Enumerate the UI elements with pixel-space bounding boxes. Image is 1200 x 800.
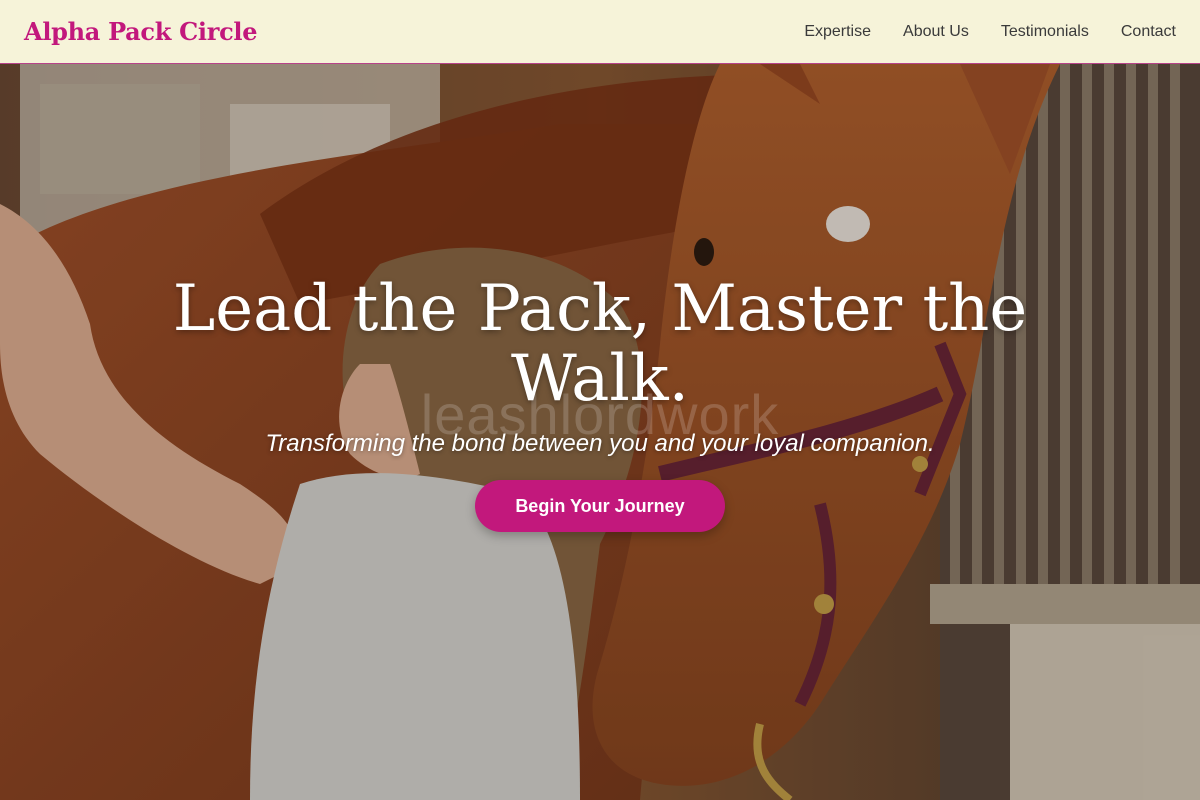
top-navbar: Alpha Pack Circle Expertise About Us Tes… — [0, 0, 1200, 64]
hero-subtitle: Transforming the bond between you and yo… — [265, 430, 935, 457]
nav-link-testimonials[interactable]: Testimonials — [1001, 23, 1089, 41]
nav-link-expertise[interactable]: Expertise — [804, 23, 871, 41]
hero-content: Lead the Pack, Master the Walk. Transfor… — [0, 274, 1200, 532]
nav-link-about-us[interactable]: About Us — [903, 23, 969, 41]
hero-section: leashlordwork Lead the Pack, Master the … — [0, 64, 1200, 800]
begin-journey-button[interactable]: Begin Your Journey — [475, 480, 725, 532]
nav-link-contact[interactable]: Contact — [1121, 23, 1176, 41]
nav-links: Expertise About Us Testimonials Contact — [804, 23, 1176, 41]
hero-title: Lead the Pack, Master the Walk. — [172, 272, 1028, 416]
brand-logo[interactable]: Alpha Pack Circle — [24, 17, 258, 46]
